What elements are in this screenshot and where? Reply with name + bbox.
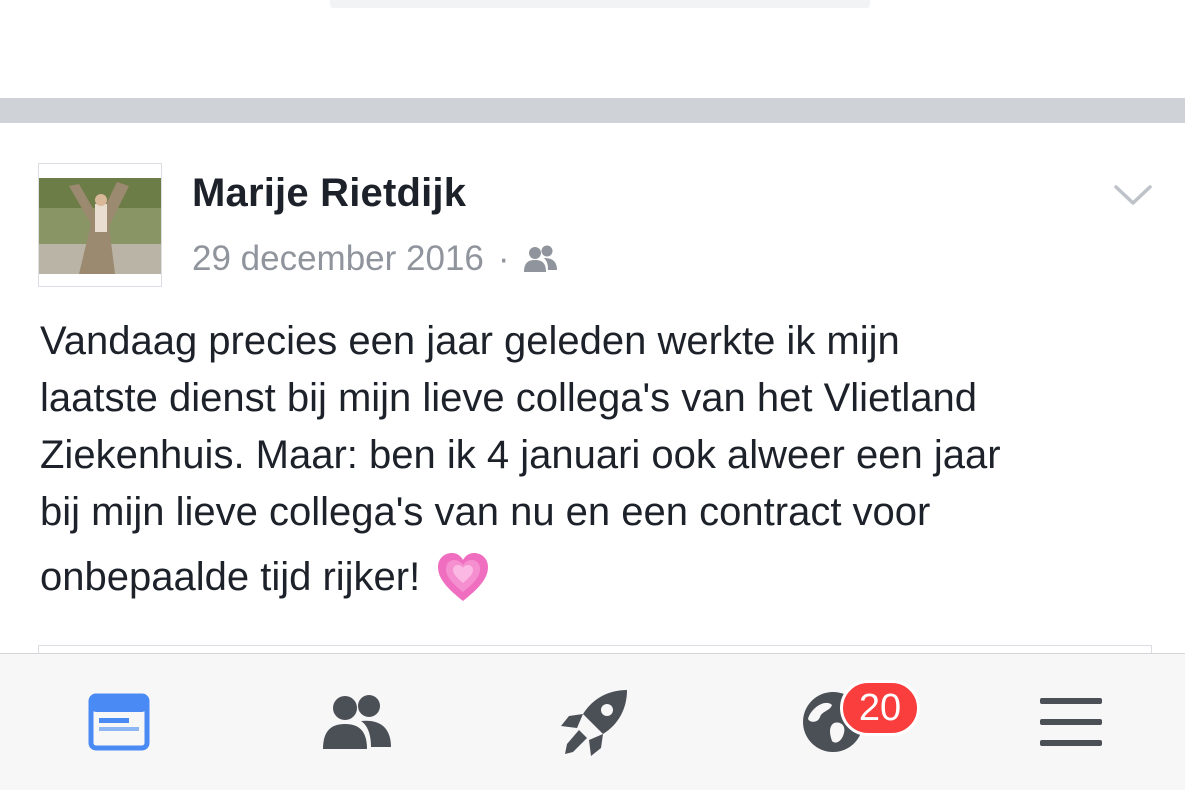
post-text-line: laatste dienst bij mijn lieve collega's …	[40, 376, 978, 420]
tab-more[interactable]	[1026, 682, 1116, 762]
avatar[interactable]	[38, 163, 162, 287]
notifications-badge: 20	[840, 680, 920, 736]
post-text-line: onbepaalde tijd rijker!	[40, 555, 421, 599]
faded-text-remnant	[330, 0, 870, 8]
profile-photo	[39, 164, 161, 286]
feed-post: Marije Rietdijk 29 december 2016 · Vanda…	[0, 123, 1185, 653]
rocket-icon	[561, 690, 627, 756]
menu-icon	[1040, 698, 1102, 746]
news-feed-icon	[88, 693, 150, 751]
chevron-down-icon[interactable]	[1112, 179, 1154, 209]
friends-icon	[522, 244, 560, 274]
tab-explore[interactable]	[550, 682, 640, 762]
post-meta: 29 december 2016 ·	[192, 235, 560, 283]
post-text-last-line: onbepaalde tijd rijker!	[40, 549, 1160, 606]
meta-separator: ·	[497, 239, 510, 278]
post-text-line: Ziekenhuis. Maar: ben ik 4 januari ook a…	[40, 433, 1001, 477]
link-preview-edge	[38, 645, 1152, 653]
post-text-line: bij mijn lieve collega's van nu en een c…	[40, 490, 931, 534]
tab-friend-requests[interactable]	[312, 682, 402, 762]
post-body: Vandaag precies een jaar geleden werkte …	[40, 313, 1160, 606]
growing-heart-emoji-icon	[436, 551, 490, 605]
previous-post-remnant	[0, 0, 1185, 98]
post-author[interactable]: Marije Rietdijk	[192, 171, 466, 216]
feed-separator	[0, 98, 1185, 123]
bottom-tab-bar: 20	[0, 653, 1185, 790]
post-text-line: Vandaag precies een jaar geleden werkte …	[40, 319, 900, 363]
tab-news-feed[interactable]	[74, 682, 164, 762]
post-date[interactable]: 29 december 2016	[192, 239, 484, 279]
friends-icon	[323, 695, 391, 749]
